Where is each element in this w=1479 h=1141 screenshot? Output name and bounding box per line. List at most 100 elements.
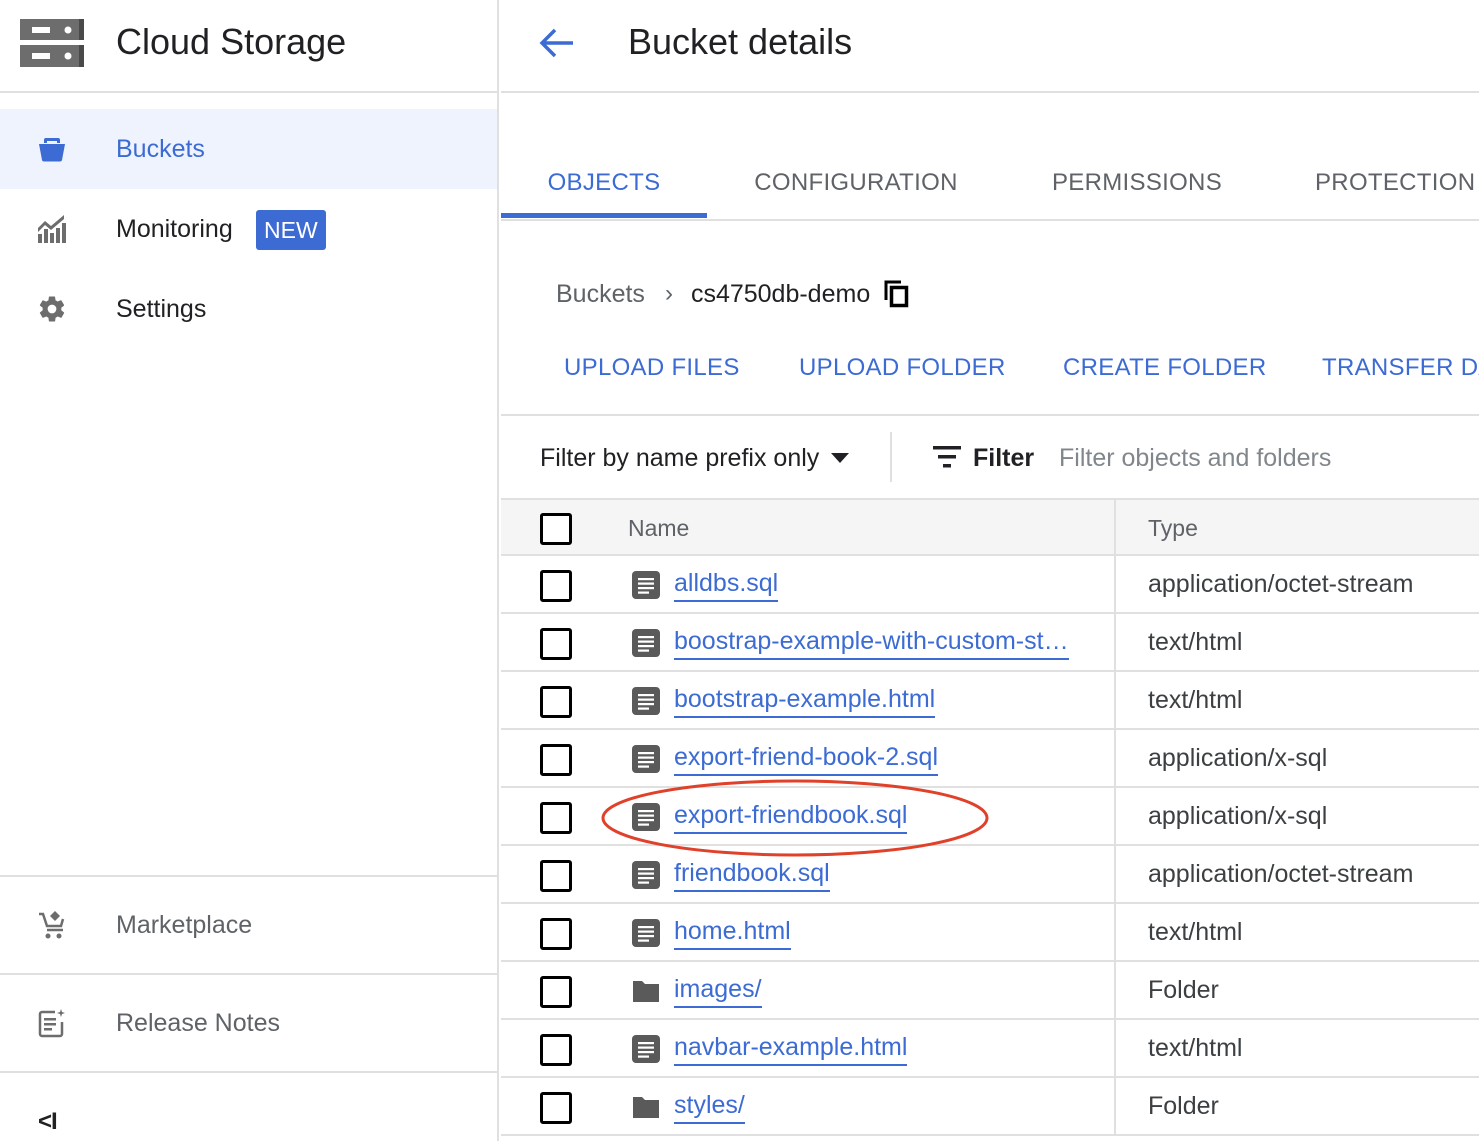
object-name-link[interactable]: boostrap-example-with-custom-st… — [674, 624, 1069, 660]
breadcrumb-current-bucket: cs4750db-demo — [690, 279, 871, 308]
breadcrumb-buckets-link[interactable]: Buckets — [556, 280, 645, 309]
tab-permissions[interactable]: PERMISSIONS — [1051, 145, 1223, 219]
object-name-link[interactable]: export-friendbook.sql — [674, 798, 908, 834]
filter-objects-input[interactable] — [1059, 438, 1469, 478]
sidebar-item-label: Settings — [116, 294, 207, 323]
table-row[interactable]: boostrap-example-with-custom-st… text/htm… — [501, 614, 1479, 672]
new-badge: NEW — [256, 210, 326, 250]
tab-bar: OBJECTS CONFIGURATION PERMISSIONS PROTEC… — [501, 145, 1479, 221]
row-checkbox[interactable] — [540, 628, 572, 660]
select-all-checkbox[interactable] — [540, 513, 572, 545]
row-checkbox[interactable] — [540, 976, 572, 1008]
sidebar-item-label: Marketplace — [116, 910, 253, 939]
sidebar-divider — [0, 875, 497, 877]
chevron-right-icon: › — [664, 280, 673, 307]
column-divider — [1114, 788, 1116, 844]
table-row[interactable]: friendbook.sql application/octet-stream — [501, 846, 1479, 904]
column-divider — [1114, 904, 1116, 960]
object-name-link[interactable]: home.html — [674, 914, 791, 950]
column-divider — [1114, 846, 1116, 902]
page-title: Bucket details — [628, 21, 853, 62]
table-row[interactable]: styles/Folder — [501, 1078, 1479, 1136]
object-type: application/octet-stream — [1148, 570, 1414, 598]
row-checkbox[interactable] — [540, 918, 572, 950]
toolbar-divider — [501, 414, 1479, 416]
column-divider — [1114, 500, 1116, 554]
marketplace-cart-icon — [37, 910, 67, 940]
object-type: Folder — [1148, 1092, 1219, 1120]
sidebar-item-label: Buckets — [116, 134, 205, 163]
table-row[interactable]: export-friend-book-2.sql application/x-sq… — [501, 730, 1479, 788]
monitoring-chart-icon — [37, 214, 67, 244]
row-checkbox[interactable] — [540, 802, 572, 834]
filter-mode-dropdown[interactable]: Filter by name prefix only — [540, 440, 850, 476]
column-header-name[interactable]: Name — [628, 500, 689, 556]
sidebar-header: Cloud Storage — [0, 0, 497, 93]
file-icon — [632, 919, 660, 947]
file-icon — [632, 861, 660, 889]
table-row[interactable]: navbar-example.html text/html — [501, 1020, 1479, 1078]
sidebar-item-monitoring[interactable]: Monitoring NEW — [0, 189, 497, 269]
object-name-link[interactable]: alldbs.sql — [674, 566, 779, 602]
object-name-link[interactable]: bootstrap-example.html — [674, 682, 936, 718]
object-name-link[interactable]: styles/ — [674, 1088, 745, 1124]
file-icon — [632, 803, 660, 831]
sidebar-item-marketplace[interactable]: Marketplace — [0, 885, 497, 965]
main-content: Bucket details OBJECTS CONFIGURATION PER… — [501, 0, 1479, 1141]
sidebar-divider — [0, 973, 497, 975]
table-header: Name Type — [501, 498, 1479, 556]
row-checkbox[interactable] — [540, 1034, 572, 1066]
tab-configuration[interactable]: CONFIGURATION — [753, 145, 959, 219]
object-type: text/html — [1148, 628, 1243, 656]
table-row[interactable]: home.html text/html — [501, 904, 1479, 962]
object-name-link[interactable]: images/ — [674, 972, 762, 1008]
transfer-data-button[interactable]: TRANSFER DATA — [1322, 346, 1479, 390]
file-icon — [632, 745, 660, 773]
folder-icon — [632, 977, 660, 1005]
sidebar-divider — [0, 1071, 497, 1073]
copy-icon[interactable] — [884, 280, 910, 308]
page-header: Bucket details — [501, 0, 1479, 93]
sidebar-item-label: Monitoring — [116, 214, 233, 243]
object-name-link[interactable]: export-friend-book-2.sql — [674, 740, 939, 776]
row-checkbox[interactable] — [540, 744, 572, 776]
filter-divider — [890, 432, 892, 482]
upload-folder-button[interactable]: UPLOAD FOLDER — [799, 346, 1006, 390]
create-folder-button[interactable]: CREATE FOLDER — [1063, 346, 1266, 390]
object-name-link[interactable]: navbar-example.html — [674, 1030, 908, 1066]
object-type: Folder — [1148, 976, 1219, 1004]
row-checkbox[interactable] — [540, 1092, 572, 1124]
arrow-left-icon[interactable] — [537, 26, 577, 60]
row-checkbox[interactable] — [540, 686, 572, 718]
filter-label: Filter — [973, 444, 1035, 472]
column-header-type[interactable]: Type — [1148, 500, 1198, 556]
sidebar-item-buckets[interactable]: Buckets — [0, 109, 497, 189]
row-checkbox[interactable] — [540, 570, 572, 602]
sidebar-item-settings[interactable]: Settings — [0, 269, 497, 349]
product-title: Cloud Storage — [116, 21, 347, 62]
column-divider — [1114, 614, 1116, 670]
sidebar-item-release-notes[interactable]: Release Notes — [0, 983, 497, 1063]
bucket-icon — [37, 134, 67, 164]
filter-bar: Filter by name prefix only Filter — [501, 418, 1479, 498]
collapse-sidebar-button[interactable]: <I — [38, 1108, 58, 1136]
file-icon — [632, 629, 660, 657]
filter-icon — [933, 446, 961, 468]
table-row[interactable]: images/Folder — [501, 962, 1479, 1020]
object-type: text/html — [1148, 686, 1243, 714]
tab-objects[interactable]: OBJECTS — [547, 145, 661, 219]
row-checkbox[interactable] — [540, 860, 572, 892]
column-divider — [1114, 1020, 1116, 1076]
object-type: application/x-sql — [1148, 744, 1328, 772]
column-divider — [1114, 962, 1116, 1018]
dropdown-caret-icon — [831, 453, 850, 463]
table-row[interactable]: alldbs.sql application/octet-stream — [501, 556, 1479, 614]
column-divider — [1114, 1078, 1116, 1134]
tab-protection[interactable]: PROTECTION — [1315, 145, 1475, 219]
upload-files-button[interactable]: UPLOAD FILES — [564, 346, 740, 390]
object-name-link[interactable]: friendbook.sql — [674, 856, 830, 892]
table-row[interactable]: export-friendbook.sql application/x-sql — [501, 788, 1479, 846]
table-row[interactable]: bootstrap-example.html text/html — [501, 672, 1479, 730]
folder-icon — [632, 1093, 660, 1121]
file-icon — [632, 687, 660, 715]
